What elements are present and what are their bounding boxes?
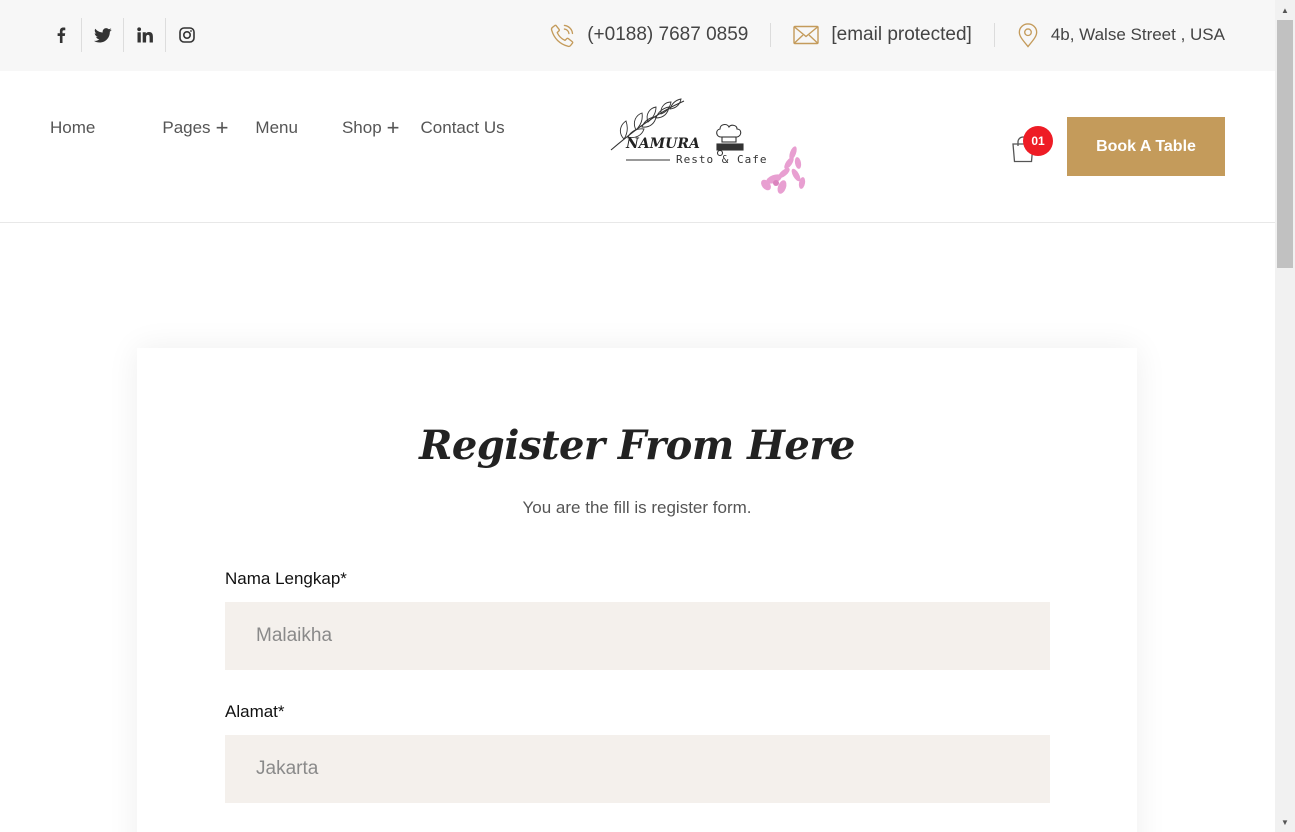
address-label: Alamat* — [225, 702, 285, 721]
address-contact: 4b, Walse Street , USA — [993, 22, 1225, 48]
plus-icon: + — [386, 115, 400, 140]
register-card: Register From Here You are the fill is r… — [137, 348, 1137, 832]
instagram-icon — [179, 27, 195, 43]
nav-item-shop[interactable]: Shop + — [342, 117, 400, 139]
page-scrollbar[interactable]: ▲ ▼ — [1275, 0, 1295, 832]
email-address: [email protected] — [831, 24, 972, 45]
nav-label: Contact Us — [420, 118, 505, 137]
site-logo[interactable]: NAMURA Resto & Cafe — [606, 93, 812, 197]
book-a-table-button[interactable]: Book A Table — [1067, 117, 1225, 176]
full-name-label: Nama Lengkap* — [225, 569, 347, 588]
address-text: 4b, Walse Street , USA — [1050, 25, 1225, 44]
linkedin-icon — [136, 27, 153, 43]
social-links — [40, 18, 208, 52]
twitter-icon — [93, 27, 112, 42]
instagram-link[interactable] — [166, 18, 208, 52]
contact-info: (+0188) 7687 0859 [email protected] 4b, … — [528, 18, 1225, 52]
nav-item-home[interactable]: Home — [50, 118, 95, 138]
phone-contact[interactable]: (+0188) 7687 0859 — [528, 23, 770, 47]
nav-label: Home — [50, 118, 96, 137]
nav-item-contact-us[interactable]: Contact Us — [421, 118, 505, 138]
nav-label: Pages — [162, 118, 211, 137]
main-nav: Home Pages + Menu Shop + Contact Us — [50, 117, 505, 139]
nav-item-menu[interactable]: Menu — [255, 118, 298, 138]
cart-count-badge: 01 — [1023, 126, 1053, 156]
plus-icon: + — [215, 115, 229, 140]
nav-label: Shop — [341, 118, 382, 137]
twitter-link[interactable] — [82, 18, 124, 52]
register-title: Register From Here — [419, 422, 855, 469]
mail-icon — [793, 25, 820, 45]
scrollbar-thumb[interactable] — [1277, 20, 1293, 268]
facebook-icon — [57, 27, 65, 43]
nav-label: Menu — [255, 118, 298, 137]
address-input[interactable] — [225, 735, 1050, 803]
top-bar: (+0188) 7687 0859 [email protected] 4b, … — [0, 0, 1275, 71]
full-name-input[interactable] — [225, 602, 1050, 670]
facebook-link[interactable] — [40, 18, 82, 52]
register-subtitle: You are the fill is register form. — [522, 498, 752, 517]
location-pin-icon — [1018, 22, 1038, 48]
main-header: Home Pages + Menu Shop + Contact Us NAMU… — [0, 71, 1275, 223]
email-contact[interactable]: [email protected] — [770, 23, 993, 47]
logo-name: NAMURA — [625, 136, 700, 152]
nav-item-pages[interactable]: Pages + — [162, 117, 228, 139]
scroll-down-arrow-icon[interactable]: ▼ — [1275, 814, 1295, 830]
scroll-up-arrow-icon[interactable]: ▲ — [1275, 2, 1295, 18]
logo-graphic: NAMURA Resto & Cafe — [610, 98, 806, 194]
phone-number: (+0188) 7687 0859 — [587, 24, 749, 45]
linkedin-link[interactable] — [124, 18, 166, 52]
logo-tagline: Resto & Cafe — [676, 153, 767, 166]
phone-icon — [551, 24, 574, 47]
chef-hat-icon — [716, 124, 744, 157]
